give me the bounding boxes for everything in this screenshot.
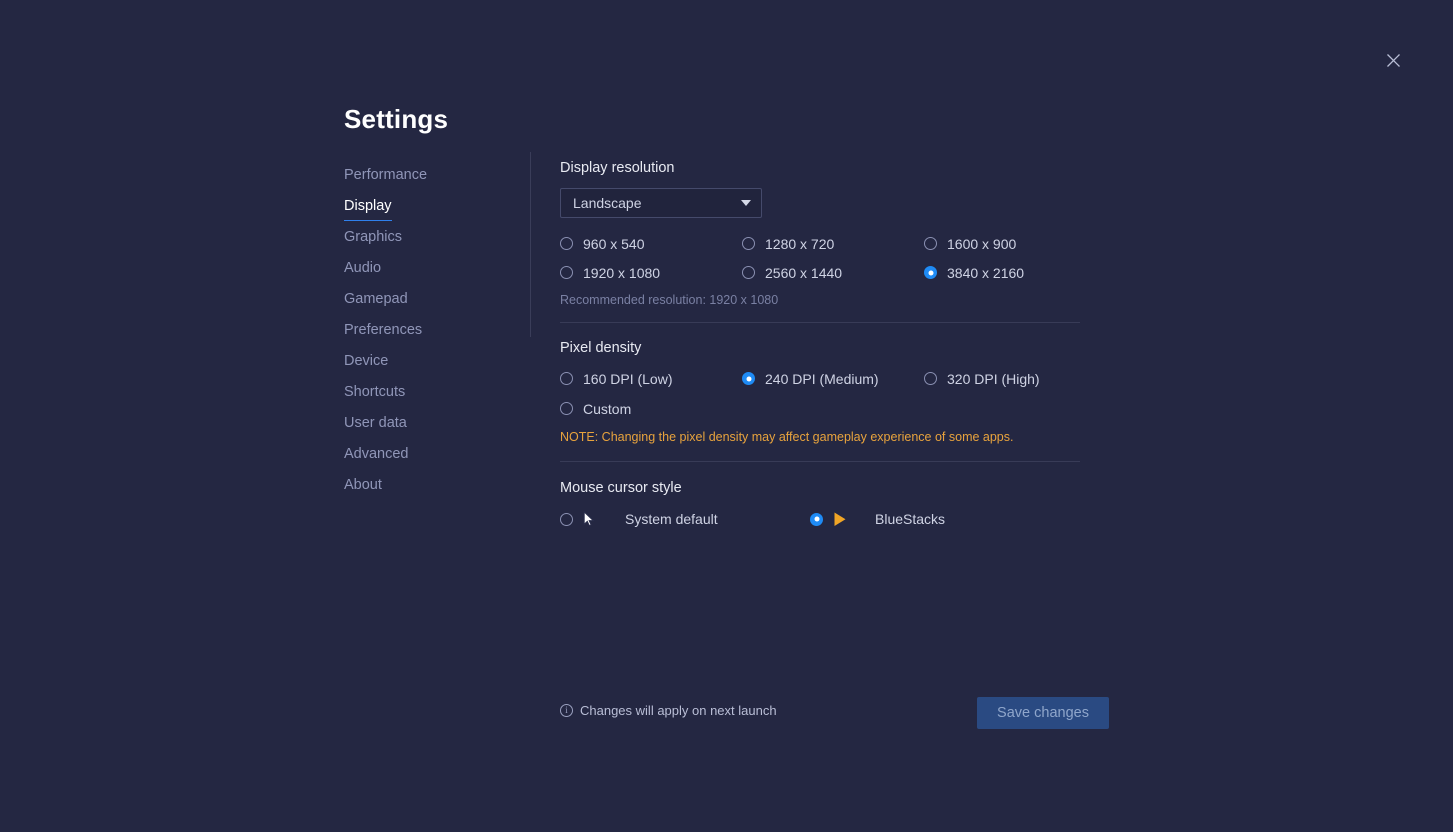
radio-icon[interactable] bbox=[924, 266, 937, 279]
save-changes-button[interactable]: Save changes bbox=[977, 697, 1109, 729]
orientation-dropdown-value: Landscape bbox=[573, 195, 642, 211]
sidebar-item-audio[interactable]: Audio bbox=[344, 257, 381, 288]
resolution-option-1920x1080[interactable]: 1920 x 1080 bbox=[560, 262, 742, 283]
resolution-option-2560x1440[interactable]: 2560 x 1440 bbox=[742, 262, 924, 283]
section-title-pixel-density: Pixel density bbox=[560, 340, 642, 356]
radio-icon[interactable] bbox=[742, 266, 755, 279]
close-icon bbox=[1386, 53, 1401, 68]
resolution-option-label: 1280 x 720 bbox=[765, 235, 835, 252]
settings-sidebar: Performance Display Graphics Audio Gamep… bbox=[344, 164, 514, 505]
resolution-option-960x540[interactable]: 960 x 540 bbox=[560, 233, 742, 254]
resolution-option-1280x720[interactable]: 1280 x 720 bbox=[742, 233, 924, 254]
radio-icon[interactable] bbox=[810, 512, 823, 526]
density-option-label: 320 DPI (High) bbox=[947, 370, 1040, 387]
radio-icon[interactable] bbox=[560, 402, 573, 415]
sidebar-item-label: User data bbox=[344, 415, 407, 431]
section-title-mouse-cursor-style: Mouse cursor style bbox=[560, 480, 682, 496]
sidebar-item-gamepad[interactable]: Gamepad bbox=[344, 288, 408, 319]
sidebar-item-label: Graphics bbox=[344, 229, 403, 245]
radio-icon[interactable] bbox=[924, 372, 937, 385]
density-option-240dpi[interactable]: 240 DPI (Medium) bbox=[742, 368, 924, 389]
pixel-density-note: NOTE: Changing the pixel density may aff… bbox=[560, 430, 1014, 444]
sidebar-item-graphics[interactable]: Graphics bbox=[344, 226, 402, 257]
system-cursor-icon bbox=[583, 510, 605, 528]
resolution-option-label: 1920 x 1080 bbox=[583, 264, 661, 281]
sidebar-item-label: Performance bbox=[344, 167, 428, 183]
sidebar-item-about[interactable]: About bbox=[344, 474, 382, 505]
cursor-option-system-default[interactable]: System default bbox=[560, 508, 810, 530]
sidebar-divider bbox=[530, 152, 531, 337]
section-title-display-resolution: Display resolution bbox=[560, 160, 675, 176]
sidebar-item-label: About bbox=[344, 477, 382, 493]
sidebar-item-user-data[interactable]: User data bbox=[344, 412, 407, 443]
density-option-custom[interactable]: Custom bbox=[560, 398, 742, 419]
radio-icon[interactable] bbox=[742, 372, 755, 385]
info-icon: i bbox=[560, 704, 573, 717]
radio-icon[interactable] bbox=[560, 266, 573, 279]
sidebar-item-label: Shortcuts bbox=[344, 384, 406, 400]
pixel-density-radio-group: 160 DPI (Low) 240 DPI (Medium) 320 DPI (… bbox=[560, 368, 1080, 419]
sidebar-item-label: Display bbox=[344, 195, 392, 221]
sidebar-item-preferences[interactable]: Preferences bbox=[344, 319, 422, 350]
bluestacks-cursor-icon bbox=[833, 511, 855, 528]
section-mouse-cursor-style: Mouse cursor style System default BlueSt… bbox=[560, 462, 1080, 530]
cursor-option-bluestacks[interactable]: BlueStacks bbox=[810, 508, 1060, 530]
resolution-option-label: 1600 x 900 bbox=[947, 235, 1017, 252]
radio-icon[interactable] bbox=[742, 237, 755, 250]
sidebar-item-display[interactable]: Display bbox=[344, 195, 392, 226]
sidebar-item-label: Audio bbox=[344, 260, 382, 276]
section-pixel-density: Pixel density 160 DPI (Low) 240 DPI (Med… bbox=[560, 323, 1080, 461]
sidebar-item-performance[interactable]: Performance bbox=[344, 164, 427, 195]
orientation-dropdown[interactable]: Landscape bbox=[560, 188, 762, 218]
settings-window: Settings Performance Display Graphics Au… bbox=[0, 0, 1453, 832]
sidebar-item-advanced[interactable]: Advanced bbox=[344, 443, 409, 474]
density-option-label: 160 DPI (Low) bbox=[583, 370, 673, 387]
chevron-down-icon bbox=[741, 200, 751, 206]
resolution-option-label: 960 x 540 bbox=[583, 235, 645, 252]
radio-icon[interactable] bbox=[560, 372, 573, 385]
resolution-radio-group: 960 x 540 1280 x 720 1600 x 900 1920 x 1… bbox=[560, 233, 1080, 283]
radio-icon[interactable] bbox=[560, 512, 573, 526]
radio-icon[interactable] bbox=[560, 237, 573, 250]
footer-info: i Changes will apply on next launch bbox=[560, 703, 777, 718]
footer-message: Changes will apply on next launch bbox=[580, 703, 777, 718]
sidebar-item-label: Preferences bbox=[344, 322, 423, 338]
density-option-160dpi[interactable]: 160 DPI (Low) bbox=[560, 368, 742, 389]
resolution-option-label: 3840 x 2160 bbox=[947, 264, 1025, 281]
close-button[interactable] bbox=[1379, 46, 1408, 75]
radio-icon[interactable] bbox=[924, 237, 937, 250]
cursor-style-radio-group: System default BlueStacks bbox=[560, 508, 1080, 530]
sidebar-item-label: Gamepad bbox=[344, 291, 408, 307]
sidebar-item-label: Advanced bbox=[344, 446, 409, 462]
sidebar-item-shortcuts[interactable]: Shortcuts bbox=[344, 381, 405, 412]
cursor-option-label: BlueStacks bbox=[875, 511, 946, 527]
density-option-label: Custom bbox=[583, 400, 632, 417]
sidebar-item-label: Device bbox=[344, 353, 389, 369]
section-display-resolution: Display resolution Landscape 960 x 540 1… bbox=[560, 160, 1080, 322]
density-option-320dpi[interactable]: 320 DPI (High) bbox=[924, 368, 1080, 389]
resolution-option-label: 2560 x 1440 bbox=[765, 264, 843, 281]
resolution-option-1600x900[interactable]: 1600 x 900 bbox=[924, 233, 1080, 254]
sidebar-item-device[interactable]: Device bbox=[344, 350, 388, 381]
cursor-option-label: System default bbox=[625, 511, 718, 527]
density-option-label: 240 DPI (Medium) bbox=[765, 370, 879, 387]
settings-content: Display resolution Landscape 960 x 540 1… bbox=[560, 160, 1080, 530]
recommended-resolution-hint: Recommended resolution: 1920 x 1080 bbox=[560, 293, 779, 307]
page-title: Settings bbox=[344, 104, 449, 134]
resolution-option-3840x2160[interactable]: 3840 x 2160 bbox=[924, 262, 1080, 283]
